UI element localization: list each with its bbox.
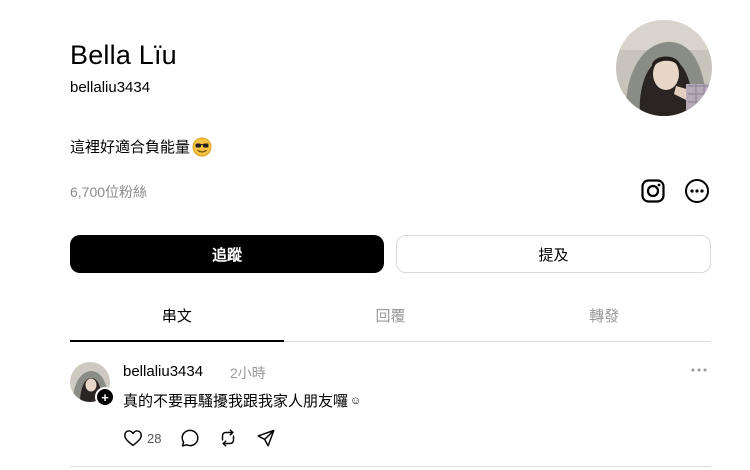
more-options-icon[interactable] — [684, 178, 710, 204]
sunglasses-emoji-icon — [192, 137, 212, 157]
tab-replies[interactable]: 回覆 — [284, 300, 498, 341]
bio-text: 這裡好適合負能量 — [70, 139, 191, 156]
instagram-icon[interactable] — [640, 178, 666, 204]
post-timestamp: 2小時 — [230, 365, 266, 381]
profile-avatar[interactable] — [616, 20, 712, 116]
post-divider — [70, 466, 711, 467]
post-text: 真的不要再騷擾我跟我家人朋友囉 ☺ — [123, 390, 361, 411]
share-button[interactable] — [255, 427, 277, 449]
profile-tabs: 串文 回覆 轉發 — [70, 300, 711, 342]
profile-name: Bella Lïu — [70, 40, 177, 70]
like-button[interactable]: 28 — [122, 427, 161, 449]
heart-icon — [124, 430, 142, 447]
like-count: 28 — [147, 430, 162, 446]
comment-icon — [181, 429, 199, 447]
repost-icon — [222, 429, 235, 447]
tab-threads[interactable]: 串文 — [70, 300, 284, 342]
comment-button[interactable] — [179, 427, 201, 449]
profile-handle: bellaliu3434 — [70, 79, 151, 96]
followers-count[interactable]: 6,700位粉絲 — [70, 182, 147, 202]
send-icon — [257, 429, 275, 447]
profile-bio: 這裡好適合負能量 — [70, 136, 212, 157]
post-actions: 28 — [122, 426, 277, 450]
post-username[interactable]: bellaliu3434 — [123, 363, 203, 380]
tab-reposts[interactable]: 轉發 — [497, 300, 711, 341]
post-more-icon[interactable] — [688, 362, 710, 378]
post-text-body: 真的不要再騷擾我跟我家人朋友囉 — [123, 393, 349, 410]
follow-plus-badge[interactable]: + — [95, 387, 115, 407]
repost-button[interactable] — [217, 427, 239, 449]
smiley-emoji: ☺ — [350, 394, 362, 407]
mention-button[interactable]: 提及 — [396, 235, 711, 273]
follow-button[interactable]: 追蹤 — [70, 235, 384, 273]
